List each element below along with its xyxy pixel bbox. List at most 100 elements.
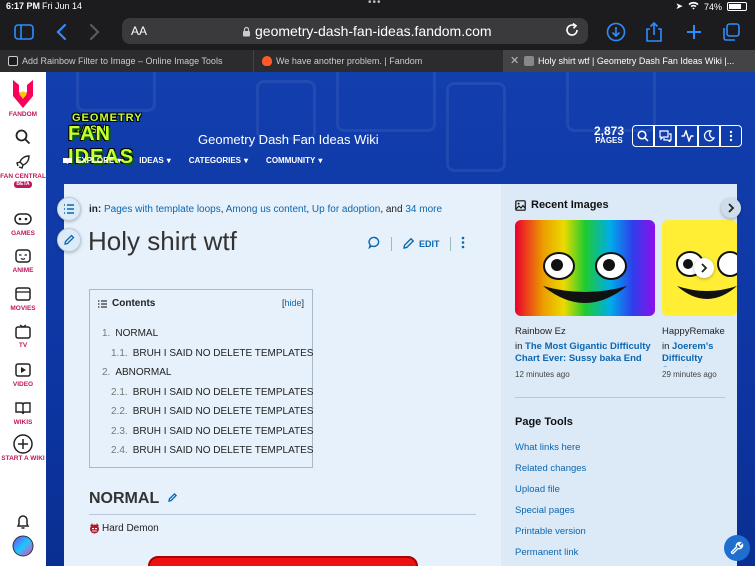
rail-games[interactable]: GAMES — [0, 209, 46, 237]
movies-icon — [12, 284, 34, 304]
reader-aa-button[interactable]: AA — [131, 24, 147, 38]
search-icon — [12, 127, 34, 147]
rail-user-avatar[interactable] — [0, 535, 46, 557]
recent-image-thumbnail[interactable] — [515, 220, 655, 316]
book-icon — [12, 398, 34, 418]
page-actions: EDIT — [368, 236, 465, 251]
address-bar[interactable]: AA geometry-dash-fan-ideas.fandom.com — [122, 18, 588, 44]
download-icon[interactable] — [605, 21, 627, 43]
wiki-nav-menu: EXPLORE ▾ IDEAS ▾ CATEGORIES ▾ COMMUNITY ▾ — [62, 156, 322, 165]
what-links-here-link[interactable]: What links here — [515, 442, 580, 453]
rail-fan-central[interactable]: FAN CENTRAL BETA — [0, 152, 46, 188]
forward-icon[interactable] — [84, 21, 106, 43]
rail-anime[interactable]: ANIME — [0, 246, 46, 274]
divider — [449, 236, 451, 251]
recent-image-time: 12 minutes ago — [515, 370, 570, 379]
toc-item[interactable]: 2.1. BRUH I SAID NO DELETE TEMPLATES — [111, 387, 313, 398]
recent-image-name[interactable]: HappyRemake — [662, 326, 737, 337]
toc-item[interactable]: 1. NORMAL — [102, 328, 158, 339]
category-link[interactable]: Up for adoption — [312, 204, 380, 215]
category-link[interactable]: Among us content — [226, 204, 307, 215]
chevron-right-icon — [728, 203, 735, 213]
wiki-search-icon[interactable] — [632, 125, 654, 147]
wrench-icon — [730, 541, 744, 555]
wiki-tools-button[interactable] — [724, 535, 750, 561]
discussions-icon[interactable] — [654, 125, 676, 147]
recent-image-page-link[interactable]: The Most Gigantic Difficulty Chart Ever:… — [515, 341, 651, 364]
page-tool-item: Special pages — [515, 505, 586, 526]
rail-notifications[interactable] — [0, 512, 46, 533]
recent-image-name[interactable]: Rainbow Ez — [515, 326, 655, 337]
right-rail-collapse-button[interactable] — [721, 198, 741, 218]
rainbow-face-image — [515, 220, 655, 316]
chevron-down-icon: ▾ — [117, 156, 122, 165]
tab-bar: Add Rainbow Filter to Image – Online Ima… — [0, 50, 755, 72]
comments-icon[interactable] — [368, 236, 381, 251]
toc-item[interactable]: 2.4. BRUH I SAID NO DELETE TEMPLATES — [111, 445, 313, 456]
more-categories-link[interactable]: 34 more — [405, 204, 442, 215]
more-options-icon[interactable] — [720, 125, 742, 147]
page-tool-item: Upload file — [515, 484, 586, 505]
dark-mode-icon[interactable] — [698, 125, 720, 147]
related-changes-link[interactable]: Related changes — [515, 463, 586, 474]
wiki-title[interactable]: Geometry Dash Fan Ideas Wiki — [198, 132, 379, 147]
pencil-icon — [403, 237, 415, 249]
sidebar-icon[interactable] — [13, 21, 35, 43]
share-icon[interactable] — [643, 21, 665, 43]
pages-label: PAGES — [595, 136, 623, 145]
carousel-next-button[interactable] — [694, 258, 714, 278]
tab-rainbow-filter[interactable]: Add Rainbow Filter to Image – Online Ima… — [0, 50, 254, 72]
toc-header: Contents — [98, 298, 155, 309]
nav-ideas[interactable]: IDEAS ▾ — [139, 156, 170, 165]
toc-item[interactable]: 1.1. BRUH I SAID NO DELETE TEMPLATES — [111, 348, 313, 359]
chevron-down-icon: ▾ — [166, 156, 171, 165]
back-icon[interactable] — [50, 21, 72, 43]
toc-item[interactable]: 2. ABNORMAL — [102, 367, 171, 378]
special-pages-link[interactable]: Special pages — [515, 505, 575, 516]
recent-image-time: 29 minutes ago — [662, 370, 717, 379]
multitask-dots-icon[interactable]: ••• — [368, 0, 382, 8]
fandom-logo[interactable]: FANDOM — [0, 78, 46, 118]
recent-image-page-link[interactable]: Joerem's Difficulty Spectrum — [662, 341, 713, 367]
wifi-icon — [688, 1, 699, 12]
toc-item[interactable]: 2.2. BRUH I SAID NO DELETE TEMPLATES — [111, 406, 313, 417]
quick-edit-button[interactable] — [57, 228, 81, 252]
bell-icon — [12, 512, 34, 532]
toc-item[interactable]: 2.3. BRUH I SAID NO DELETE TEMPLATES — [111, 426, 313, 437]
beta-badge: BETA — [14, 181, 32, 188]
rail-wikis[interactable]: WIKIS — [0, 398, 46, 426]
rail-search[interactable] — [0, 127, 46, 148]
list-icon — [98, 299, 107, 308]
permanent-link[interactable]: Permanent link — [515, 547, 578, 558]
rail-movies[interactable]: MOVIES — [0, 284, 46, 312]
rail-start-a-wiki[interactable]: START A WIKI — [0, 434, 46, 462]
nav-explore[interactable]: EXPLORE ▾ — [62, 156, 121, 165]
more-actions-icon[interactable] — [461, 236, 465, 251]
wiki-logo[interactable]: GEOMETRY DASH FAN IDEAS — [68, 112, 180, 168]
pages-count: 2,873 — [594, 124, 625, 138]
tabs-overview-icon[interactable] — [720, 21, 742, 43]
demon-face-icon — [90, 523, 99, 534]
category-link[interactable]: Pages with template loops — [104, 204, 221, 215]
rail-tv[interactable]: TV — [0, 321, 46, 349]
tab-fandom-problem[interactable]: We have another problem. | Fandom — [254, 50, 504, 72]
tab-holy-shirt[interactable]: ✕ Holy shirt wtf | Geometry Dash Fan Ide… — [504, 50, 755, 72]
nav-community[interactable]: COMMUNITY ▾ — [266, 156, 322, 165]
tab-title: Add Rainbow Filter to Image – Online Ima… — [22, 56, 223, 66]
recent-image-page: in The Most Gigantic Difficulty Chart Ev… — [515, 341, 651, 364]
page-tools-list: What links here Related changes Upload f… — [515, 442, 586, 566]
upload-file-link[interactable]: Upload file — [515, 484, 560, 495]
nav-categories[interactable]: CATEGORIES ▾ — [189, 156, 248, 165]
toc-hide-toggle[interactable]: [hide] — [282, 298, 304, 308]
rail-video[interactable]: VIDEO — [0, 360, 46, 388]
reload-icon[interactable] — [564, 22, 580, 43]
activity-icon[interactable] — [676, 125, 698, 147]
edit-button[interactable]: EDIT — [402, 237, 440, 250]
new-tab-icon[interactable] — [683, 21, 705, 43]
toc-toggle-button[interactable] — [57, 197, 81, 221]
close-tab-icon[interactable]: ✕ — [510, 54, 519, 67]
printable-version-link[interactable]: Printable version — [515, 526, 586, 537]
page-tool-item: Printable version — [515, 526, 586, 547]
section-heading: NORMAL — [89, 490, 178, 508]
section-link-icon[interactable] — [167, 490, 178, 508]
